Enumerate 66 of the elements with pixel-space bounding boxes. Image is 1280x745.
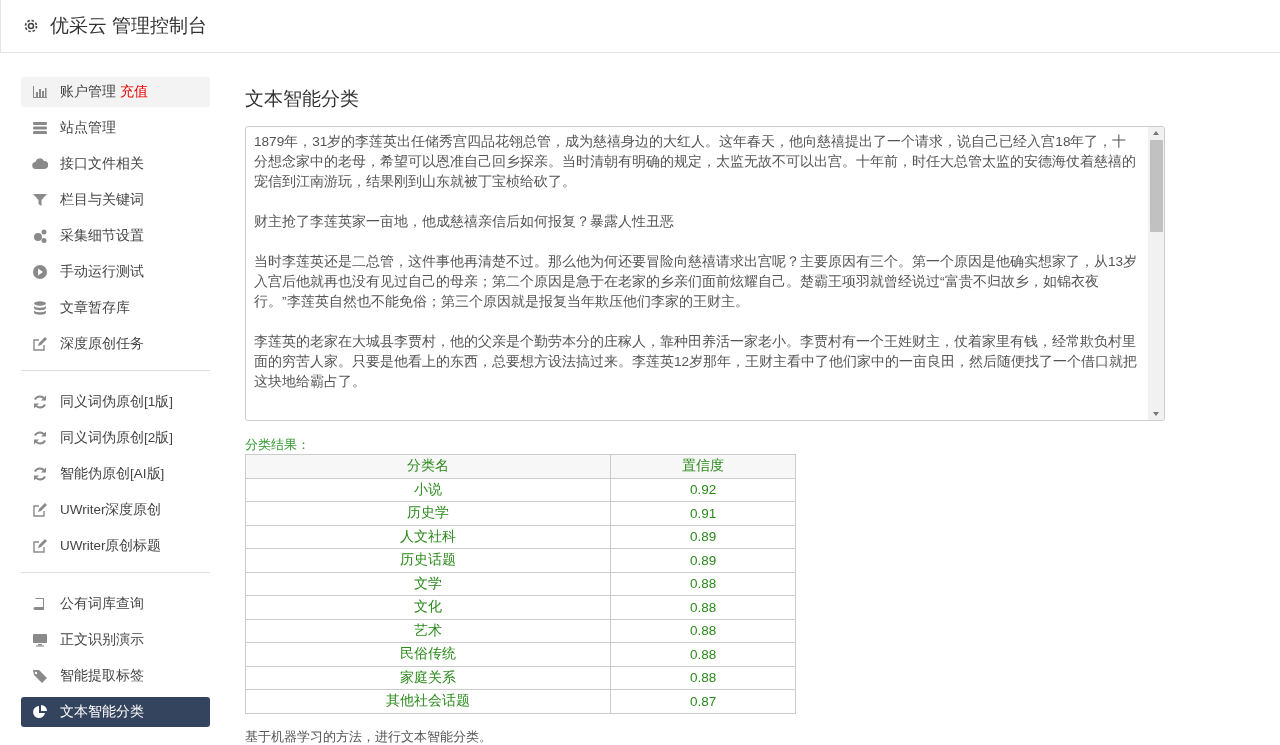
table-cell: 0.87 <box>610 689 796 713</box>
sidebar-item[interactable]: 智能提取标签 <box>21 661 210 691</box>
console-title: 优采云 管理控制台 <box>50 14 208 38</box>
table-cell: 历史学 <box>245 501 611 525</box>
sidebar-item[interactable]: 正文识别演示 <box>21 625 210 655</box>
table-cell: 0.91 <box>610 501 796 525</box>
settings-icon <box>22 17 40 35</box>
table-cell: 0.88 <box>610 642 796 666</box>
sidebar-item[interactable]: 栏目与关键词 <box>21 185 210 215</box>
refresh-icon <box>32 394 48 410</box>
refresh-icon <box>32 430 48 446</box>
page-title: 文本智能分类 <box>245 87 360 111</box>
sidebar-item[interactable]: UWriter深度原创 <box>21 495 210 525</box>
sidebar-item[interactable]: 同义词伪原创[2版] <box>21 423 210 453</box>
table-cell: 民俗传统 <box>245 642 611 666</box>
table-cell: 历史话题 <box>245 548 611 572</box>
sidebar-item[interactable]: 采集细节设置 <box>21 221 210 251</box>
sidebar-item[interactable]: 站点管理 <box>21 113 210 143</box>
paragraph-text: 当时李莲英还是二总管，这件事他再清楚不过。那么他为何还要冒险向慈禧请求出宫呢？主要原因有三个。第一个原因是他确实想家了，从13岁入宫后他就再也没有见过自己的母亲；第二个原因是急于在老家的乡亲们面前炫耀自己。楚霸王项羽就曾经说过“富贵不归故乡，如锦衣夜行。”李莲英自然也不能免俗；第三个原因就是报复当年欺压他们李家的王财主。 <box>254 253 1139 311</box>
sidebar-item[interactable]: UWriter原创标题 <box>21 531 210 561</box>
refresh-icon <box>32 466 48 482</box>
sidebar-item[interactable]: 深度原创任务 <box>21 329 210 359</box>
bar-chart-icon <box>32 84 48 100</box>
table-cell: 其他社会话题 <box>245 689 611 713</box>
sidebar-item[interactable]: 接口文件相关 <box>21 149 210 179</box>
footnote-text: 基于机器学习的方法，进行文本智能分类。 <box>245 727 493 745</box>
paragraph-text: 财主抢了李莲英家一亩地，他成慈禧亲信后如何报复？暴露人性丑恶 <box>254 213 675 231</box>
text-input-area[interactable] <box>245 126 1165 421</box>
play-icon <box>32 264 48 280</box>
monitor-icon <box>32 632 48 648</box>
table-cell: 艺术 <box>245 619 611 643</box>
cloud-icon <box>32 156 48 172</box>
sidebar-item[interactable]: 智能伪原创[AI版] <box>21 459 210 489</box>
table-cell: 人文社科 <box>245 525 611 549</box>
tag-icon <box>32 668 48 684</box>
sidebar-item[interactable]: 账户管理 充值 <box>21 77 210 107</box>
sidebar-item[interactable]: 手动运行测试 <box>21 257 210 287</box>
filter-icon <box>32 192 48 208</box>
table-cell: 文学 <box>245 572 611 596</box>
result-label: 分类结果： <box>245 436 311 452</box>
table-cell: 0.88 <box>610 666 796 690</box>
scrollbar[interactable] <box>1148 127 1164 420</box>
sidebar-item[interactable]: 同义词伪原创[1版] <box>21 387 210 417</box>
table-cell: 0.89 <box>610 548 796 572</box>
recharge-link[interactable]: 充值 <box>120 83 148 101</box>
pie-chart-icon <box>32 704 48 720</box>
table-cell: 家庭关系 <box>245 666 611 690</box>
table-cell: 0.92 <box>610 478 796 502</box>
table-cell: 0.89 <box>610 525 796 549</box>
paragraph-text: 李莲英的老家在大城县李贾村，他的父亲是个勤劳本分的庄稼人，靠种田养活一家老小。李贾村有一个王姓财主，仗着家里有钱，经常欺负村里面的穷苦人家。只要是他看上的东西，总要想方设法搞过来。李莲英12岁那年，王财主看中了他们家中的一亩良田，然后随便找了一个借口就把这块地给霸占了。 <box>254 333 1139 391</box>
edit-icon <box>32 502 48 518</box>
column-header: 置信度 <box>610 454 796 478</box>
column-header: 分类名 <box>245 454 611 478</box>
table-cell: 0.88 <box>610 595 796 619</box>
server-icon <box>32 120 48 136</box>
edit-icon <box>32 336 48 352</box>
sidebar-item[interactable]: 文本智能分类 <box>21 697 210 727</box>
sidebar-item[interactable]: 文章暂存库 <box>21 293 210 323</box>
table-cell: 小说 <box>245 478 611 502</box>
paragraph-text: 1879年，31岁的李莲英出任储秀宫四品花翎总管，成为慈禧身边的大红人。这年春天，他向慈禧提出了一个请求，说自己已经入宫18年了，十分想念家中的老母，希望可以恩准自己回乡探亲。当时清朝有明确的规定，太监无故不可以出宫。十年前，时任大总管太监的安德海仗着慈禧的宠信到江南游玩，结果刚到山东就被丁宝桢给砍了。 <box>254 133 1137 191</box>
table-cell: 0.88 <box>610 619 796 643</box>
database-icon <box>32 300 48 316</box>
table-cell: 0.88 <box>610 572 796 596</box>
sidebar-item[interactable]: 公有词库查询 <box>21 589 210 619</box>
table-cell: 文化 <box>245 595 611 619</box>
edit-icon <box>32 538 48 554</box>
